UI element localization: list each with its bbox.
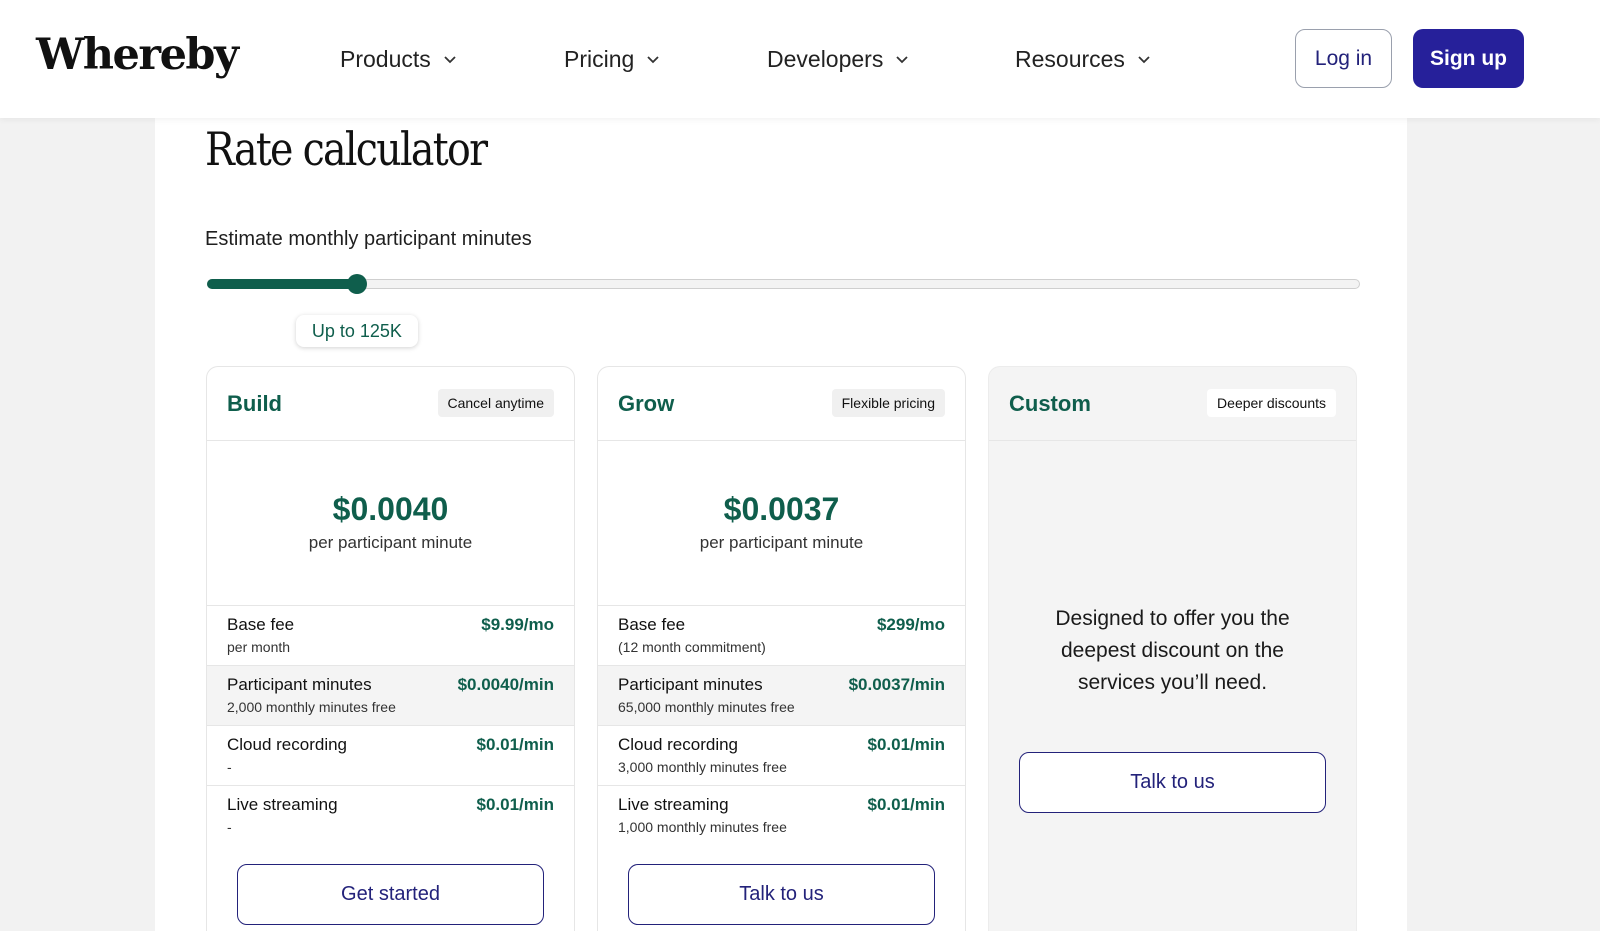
row-subtitle: - — [227, 819, 232, 835]
plan-badge: Flexible pricing — [831, 389, 945, 417]
plan-card-header: Grow Flexible pricing — [598, 367, 965, 441]
row-title: Cloud recording — [227, 735, 348, 754]
row-price: $0.01/min — [476, 795, 555, 814]
row-subtitle: 3,000 monthly minutes free — [618, 759, 787, 775]
row-subtitle: per month — [227, 639, 291, 655]
plan-name: Custom — [1009, 391, 1091, 416]
plan-name: Grow — [618, 391, 675, 416]
row-subtitle: - — [227, 759, 232, 775]
nav-products-label: Products — [340, 45, 431, 72]
plan-badge: Cancel anytime — [437, 389, 554, 417]
page-title: Rate calculator — [205, 122, 488, 176]
row-subtitle: (12 month commitment) — [618, 639, 766, 655]
nav-developers[interactable]: Developers — [767, 44, 909, 74]
price-box: $0.0037 per participant minute — [598, 441, 965, 606]
plan-card-custom: Custom Deeper discounts Designed to offe… — [988, 366, 1357, 931]
row-title: Cloud recording — [618, 735, 739, 754]
chevron-down-icon — [647, 56, 659, 64]
login-button[interactable]: Log in — [1295, 29, 1392, 88]
chevron-down-icon — [896, 56, 908, 64]
whereby-logo[interactable]: Whereby — [36, 30, 239, 80]
row-subtitle: 65,000 monthly minutes free — [618, 699, 795, 715]
row-price: $0.0040/min — [457, 675, 554, 694]
get-started-button[interactable]: Get started — [237, 864, 544, 925]
nav-pricing[interactable]: Pricing — [564, 44, 660, 74]
fee-row-base: Base fee (12 month commitment) $299/mo — [598, 606, 965, 666]
row-subtitle: 2,000 monthly minutes free — [227, 699, 396, 715]
fee-row-live-streaming: Live streaming - $0.01/min — [207, 786, 574, 846]
slider-handle[interactable] — [346, 274, 367, 294]
plan-price: $0.0037 — [723, 491, 840, 527]
row-title: Participant minutes — [618, 675, 763, 694]
row-title: Live streaming — [227, 795, 338, 814]
fee-row-base: Base fee per month $9.99/mo — [207, 606, 574, 666]
row-title: Base fee — [618, 615, 686, 634]
fee-row-participant-minutes: Participant minutes 65,000 monthly minut… — [598, 666, 965, 726]
row-price: $0.0037/min — [848, 675, 945, 694]
plan-price: $0.0040 — [332, 491, 449, 527]
talk-to-us-button[interactable]: Talk to us — [628, 864, 935, 925]
row-price: $0.01/min — [867, 795, 946, 814]
slider-fill — [207, 279, 357, 289]
price-box: $0.0040 per participant minute — [207, 441, 574, 606]
plan-name: Build — [227, 391, 282, 416]
site-header: Whereby Products Pricing Developers Reso… — [0, 0, 1600, 118]
fee-row-cloud-recording: Cloud recording - $0.01/min — [207, 726, 574, 786]
fee-row-cloud-recording: Cloud recording 3,000 monthly minutes fr… — [598, 726, 965, 786]
talk-to-us-button[interactable]: Talk to us — [1019, 752, 1326, 813]
plan-card-grow: Grow Flexible pricing $0.0037 per partic… — [597, 366, 966, 931]
signup-button[interactable]: Sign up — [1413, 29, 1524, 88]
slider-value-tooltip: Up to 125K — [295, 315, 418, 347]
plan-card-build: Build Cancel anytime $0.0040 per partici… — [206, 366, 575, 931]
row-price: $299/mo — [876, 615, 945, 634]
nav-products[interactable]: Products — [340, 44, 457, 74]
nav-resources-label: Resources — [1015, 45, 1125, 72]
plan-card-header: Custom Deeper discounts — [989, 367, 1356, 441]
fee-row-live-streaming: Live streaming 1,000 monthly minutes fre… — [598, 786, 965, 846]
row-title: Live streaming — [618, 795, 729, 814]
row-title: Participant minutes — [227, 675, 372, 694]
plan-card-header: Build Cancel anytime — [207, 367, 574, 441]
slider-label: Estimate monthly participant minutes — [205, 228, 532, 250]
row-title: Base fee — [227, 615, 295, 634]
plan-price-unit: per participant minute — [308, 533, 473, 552]
nav-developers-label: Developers — [767, 45, 884, 72]
row-subtitle: 1,000 monthly minutes free — [618, 819, 787, 835]
row-price: $9.99/mo — [481, 615, 554, 634]
nav-pricing-label: Pricing — [564, 45, 635, 72]
custom-plan-description: Designed to offer you the deepest discou… — [1055, 607, 1290, 694]
slider-track[interactable] — [207, 279, 1360, 289]
fee-row-participant-minutes: Participant minutes 2,000 monthly minute… — [207, 666, 574, 726]
chevron-down-icon — [1138, 56, 1150, 64]
plan-badge: Deeper discounts — [1207, 389, 1336, 417]
nav-resources[interactable]: Resources — [1015, 44, 1151, 74]
row-price: $0.01/min — [476, 735, 555, 754]
row-price: $0.01/min — [867, 735, 946, 754]
plan-price-unit: per participant minute — [699, 533, 864, 552]
chevron-down-icon — [444, 56, 456, 64]
